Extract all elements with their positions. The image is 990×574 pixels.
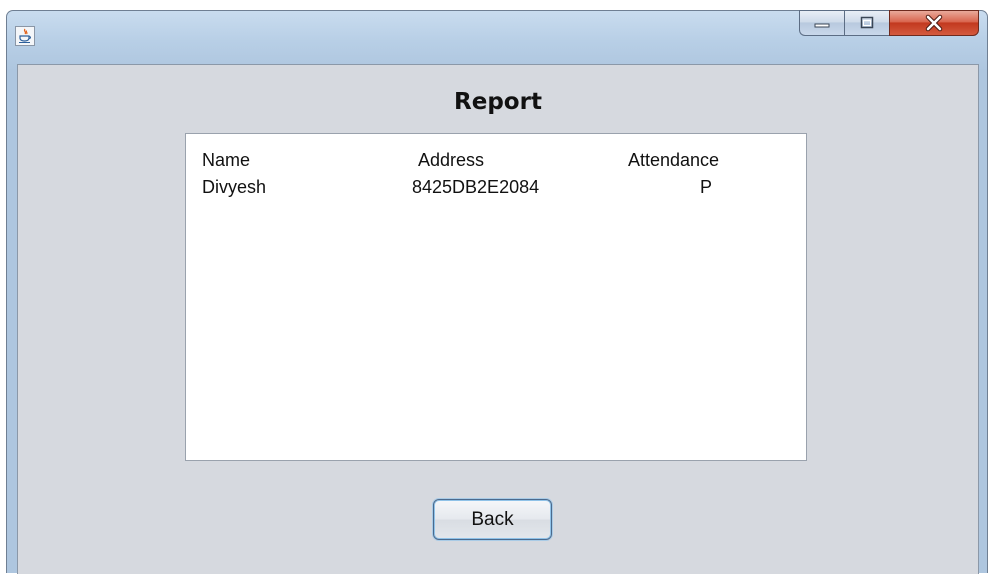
- cell-name: Divyesh: [202, 177, 267, 197]
- cell-address: 8425DB2E2084: [412, 177, 540, 197]
- minimize-button[interactable]: [799, 10, 844, 36]
- desktop: Report Name Address Attendance Divyesh 8…: [0, 0, 990, 574]
- java-icon: [15, 26, 35, 46]
- close-icon: [925, 14, 943, 32]
- header-name: Name: [202, 150, 251, 170]
- page-title: Report: [454, 89, 542, 115]
- title-bar[interactable]: [7, 10, 987, 59]
- cell-attendance: P: [700, 177, 713, 197]
- maximize-button[interactable]: [844, 10, 889, 36]
- report-text-area[interactable]: Name Address Attendance Divyesh 8425DB2E…: [185, 133, 807, 461]
- window-controls: [799, 10, 979, 38]
- minimize-icon: [814, 23, 830, 28]
- header-address: Address: [418, 150, 485, 170]
- client-area: Report Name Address Attendance Divyesh 8…: [17, 64, 979, 574]
- header-attendance: Attendance: [628, 150, 720, 170]
- maximize-icon: [860, 16, 874, 29]
- back-button[interactable]: Back: [433, 499, 552, 540]
- report-window: Report Name Address Attendance Divyesh 8…: [6, 10, 988, 574]
- close-button[interactable]: [889, 10, 979, 36]
